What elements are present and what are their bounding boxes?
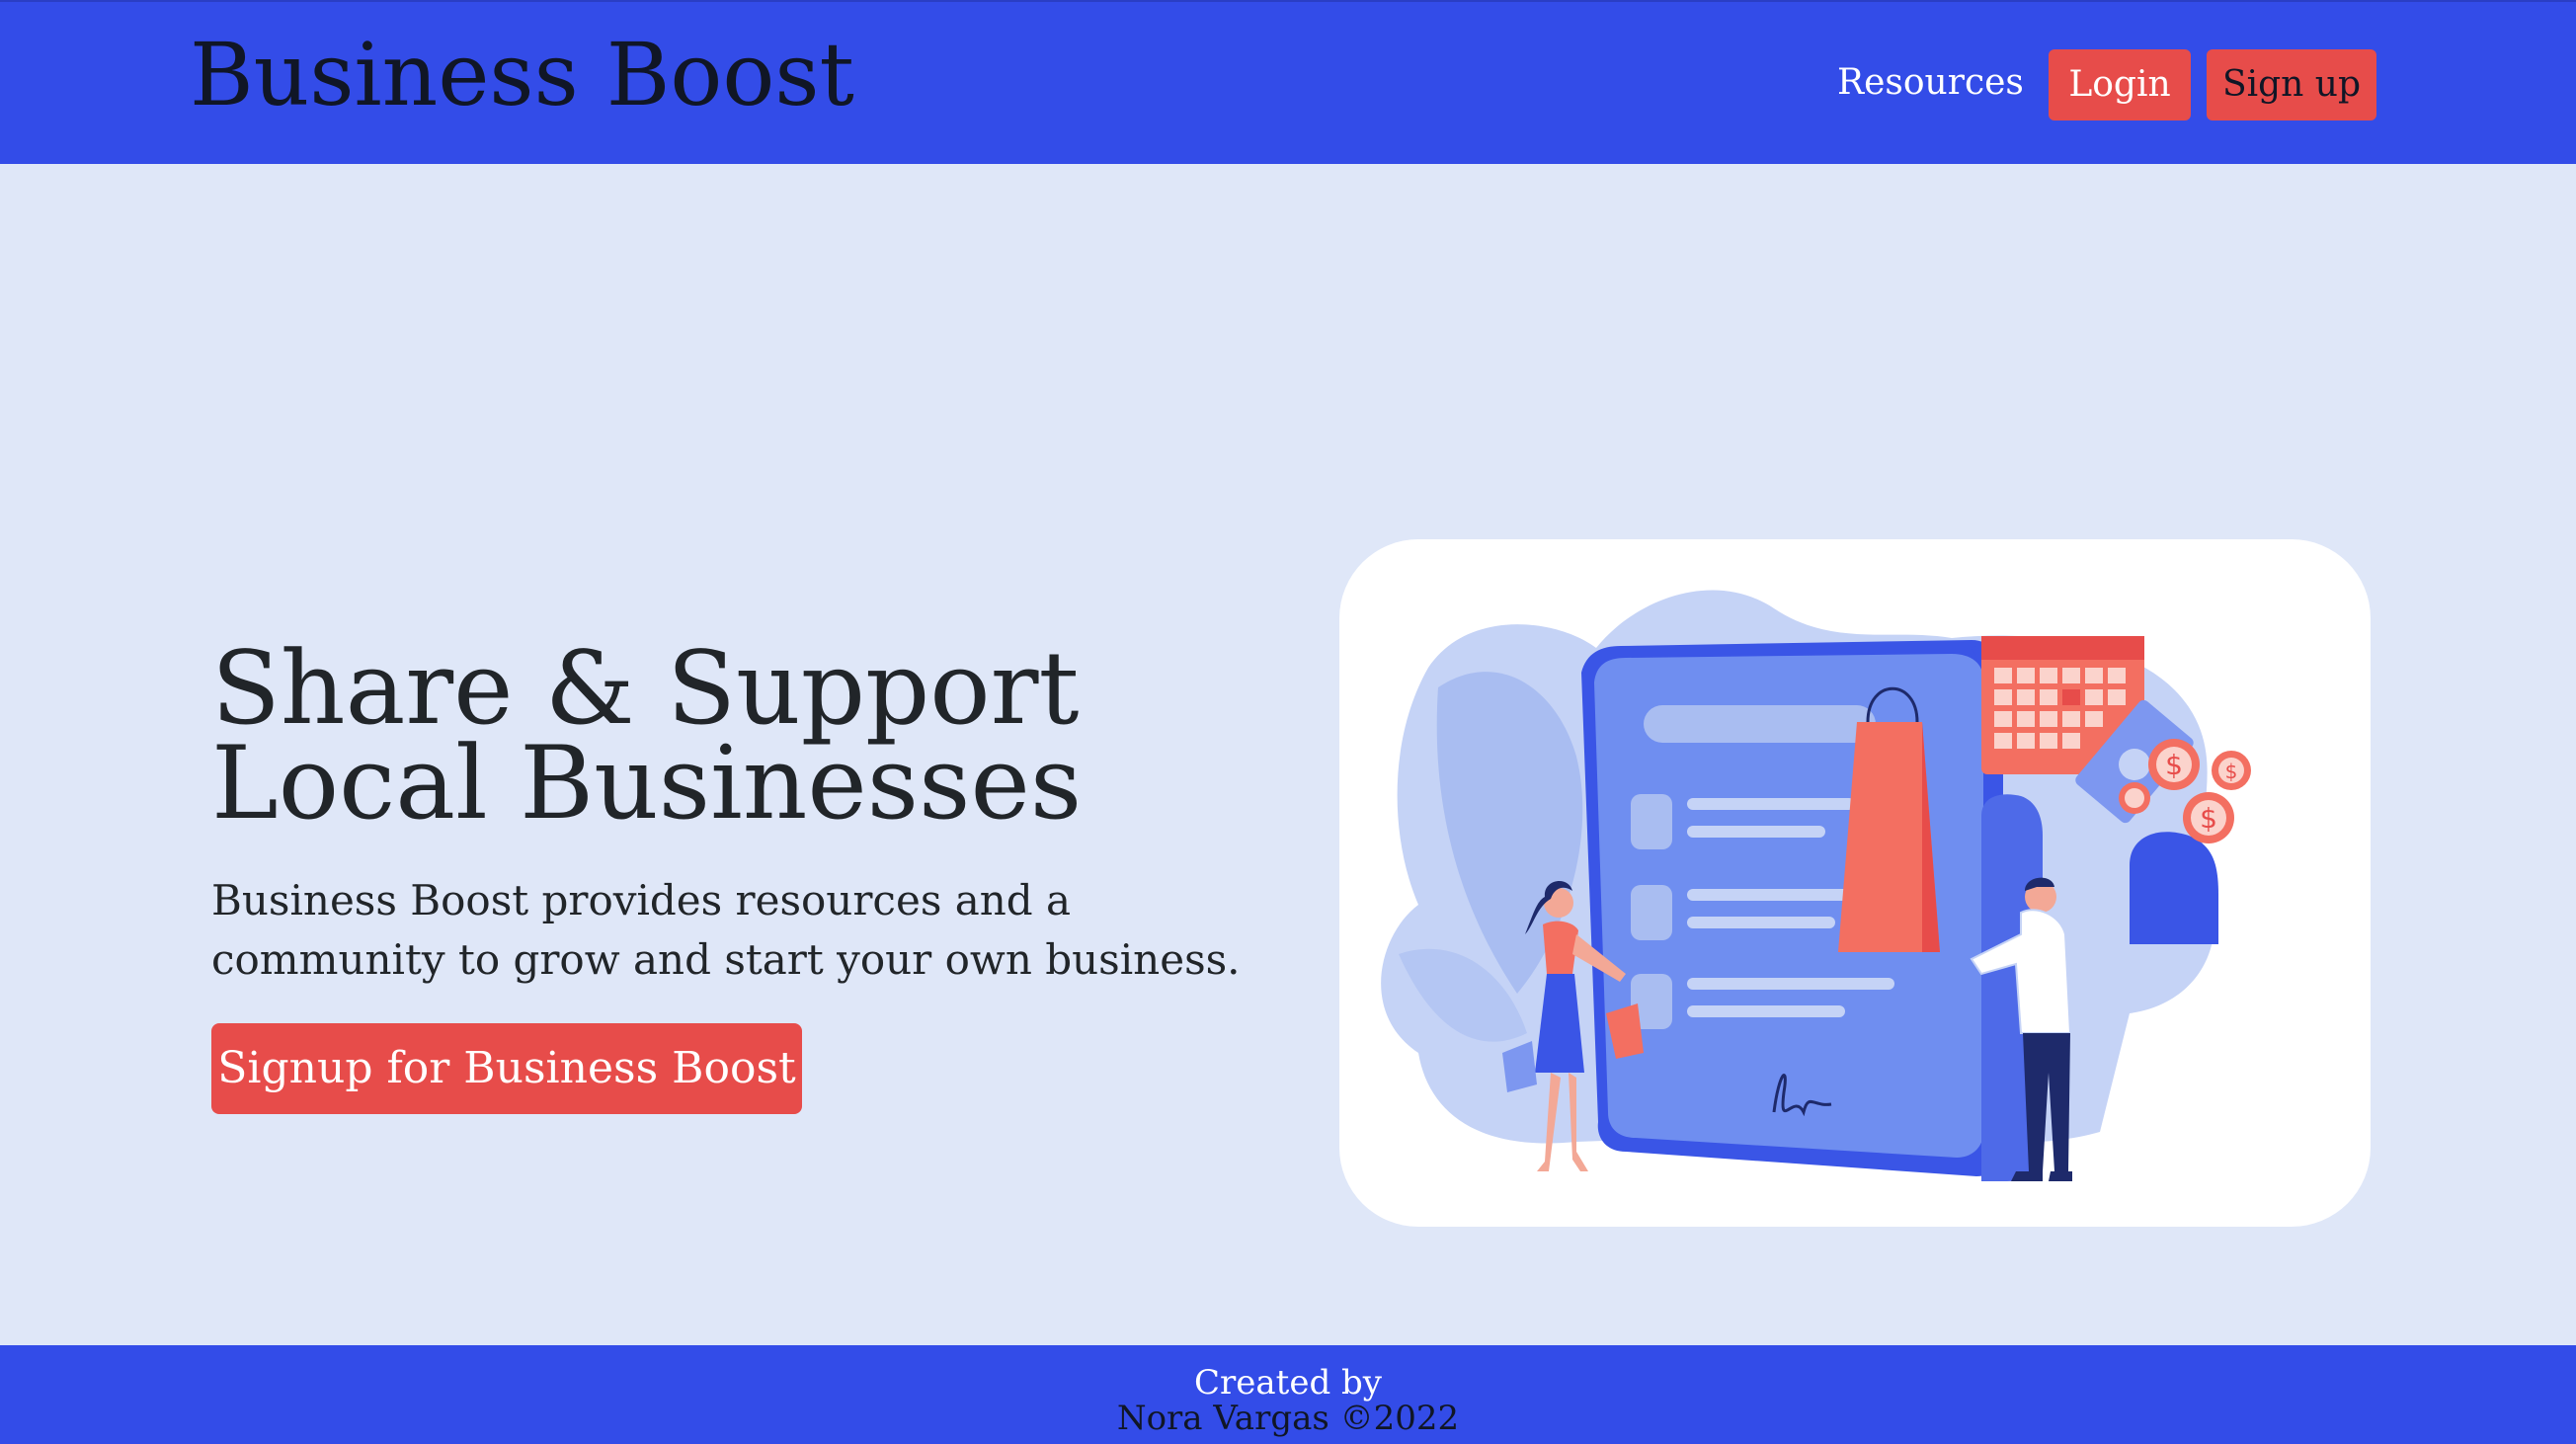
signup-button[interactable]: Sign up — [2207, 49, 2376, 120]
hero-illustration: $ $ $ — [1339, 539, 2371, 1227]
svg-text:$: $ — [2200, 802, 2217, 835]
shopping-illustration: $ $ $ — [1381, 590, 2251, 1181]
nav-link-resources[interactable]: Resources — [1837, 57, 2024, 109]
hero-description: Business Boost provides resources and a … — [211, 871, 1258, 990]
svg-text:$: $ — [2225, 760, 2238, 783]
mailbox-shape — [2130, 832, 2218, 944]
hero-title: Share & Support Local Businesses — [211, 630, 1199, 842]
svg-text:$: $ — [2165, 749, 2183, 781]
brand-logo[interactable]: Business Boost — [190, 26, 854, 124]
footer: Created by Nora Vargas ©2022 — [0, 1345, 2576, 1444]
document-icon — [1581, 640, 2004, 1176]
navbar: Business Boost Resources Login Sign up — [0, 0, 2576, 164]
hero-signup-button[interactable]: Signup for Business Boost — [211, 1023, 802, 1114]
footer-credit-label: Created by — [1194, 1363, 1382, 1403]
hero-title-line: Local Businesses — [211, 725, 1083, 842]
hero-title-line: Share & Support — [211, 630, 1080, 748]
hero-description-line: community to grow and start your own bus… — [211, 935, 1241, 984]
footer-copyright: Nora Vargas ©2022 — [1116, 1399, 1460, 1438]
login-button[interactable]: Login — [2049, 49, 2191, 120]
hero-description-line: Business Boost provides resources and a — [211, 876, 1072, 924]
